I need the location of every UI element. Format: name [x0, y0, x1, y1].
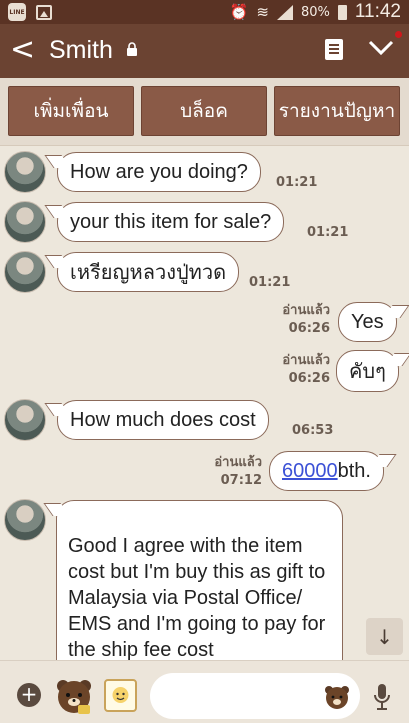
avatar[interactable] [4, 151, 46, 193]
message-time: 01:21 [249, 275, 291, 290]
clock: 11:42 [354, 1, 401, 22]
message-bubble[interactable]: How much does cost [57, 400, 269, 440]
chat-header: < Smith [0, 24, 409, 78]
message-bubble[interactable]: คับๆ [336, 350, 399, 392]
message-text: คับๆ [349, 361, 386, 383]
message-bubble[interactable]: Yes [338, 302, 397, 342]
avatar[interactable] [4, 399, 46, 441]
message-time: 01:21 [307, 225, 349, 240]
message-bubble[interactable]: Good I agree with the item cost but I'm … [56, 500, 343, 660]
emoji-icon[interactable] [323, 684, 351, 710]
gallery-icon [36, 4, 52, 20]
notification-dot [395, 31, 402, 38]
notes-icon[interactable] [325, 39, 343, 60]
microphone-icon[interactable] [374, 683, 390, 711]
avatar[interactable] [4, 499, 46, 541]
message-text: Yes [351, 310, 384, 333]
scroll-down-button[interactable]: ↓ [366, 618, 403, 655]
plus-button[interactable]: + [17, 683, 41, 707]
read-receipt: อ่านแล้ว 06:26 [270, 352, 330, 388]
alarm-icon: ⏰ [229, 3, 249, 21]
message-text: your this item for sale? [70, 210, 272, 233]
message-time: 06:26 [288, 371, 330, 386]
message-text: Good I agree with the item cost but I'm … [68, 535, 326, 660]
message-text: bth. [337, 459, 371, 482]
add-friend-button[interactable]: เพิ่มเพื่อน [8, 86, 134, 136]
signal-icon [276, 4, 293, 20]
battery-percent: 80% [300, 4, 330, 20]
message-bubble[interactable]: How are you doing? [57, 152, 261, 192]
message-bubble[interactable]: 60000 bth. [269, 451, 384, 491]
block-button[interactable]: บล็อค [141, 86, 267, 136]
line-app-icon: LINE [8, 3, 26, 21]
read-label: อ่านแล้ว [282, 303, 330, 318]
message-time: 06:26 [288, 321, 330, 336]
read-receipt: อ่านแล้ว 07:12 [200, 454, 262, 490]
avatar[interactable] [4, 251, 46, 293]
message-time: 06:53 [292, 423, 334, 438]
chat-area[interactable]: How are you doing? 01:21 your this item … [0, 146, 409, 660]
contact-name[interactable]: Smith [49, 34, 113, 66]
message-text: เหรียญหลวงปู่ทวด [70, 262, 227, 284]
status-bar: LINE ⏰ ≋ 80% 11:42 [0, 0, 409, 24]
chevron-down-icon[interactable] [366, 36, 396, 60]
price-link[interactable]: 60000 [282, 460, 338, 483]
sticker-shop-icon[interactable] [104, 679, 137, 712]
message-time: 07:12 [220, 473, 262, 488]
message-bubble[interactable]: your this item for sale? [57, 202, 285, 242]
report-button[interactable]: รายงานปัญหา [274, 86, 400, 136]
read-receipt: อ่านแล้ว 06:26 [270, 302, 330, 338]
back-button[interactable]: < [10, 32, 35, 68]
message-time: 01:21 [276, 175, 318, 190]
message-bubble[interactable]: เหรียญหลวงปู่ทวด [57, 252, 240, 292]
read-label: อ่านแล้ว [214, 455, 262, 470]
avatar[interactable] [4, 201, 46, 243]
message-text: How are you doing? [70, 160, 248, 183]
sticker-bear-icon[interactable] [54, 677, 94, 717]
action-bar: เพิ่มเพื่อน บล็อค รายงานปัญหา [0, 78, 409, 146]
sticker-face-icon [112, 687, 129, 703]
lock-icon [127, 42, 137, 56]
message-text: How much does cost [70, 408, 256, 431]
wifi-icon: ≋ [256, 3, 269, 21]
battery-icon [337, 4, 347, 20]
input-bar: + [0, 660, 409, 723]
read-label: อ่านแล้ว [282, 353, 330, 368]
